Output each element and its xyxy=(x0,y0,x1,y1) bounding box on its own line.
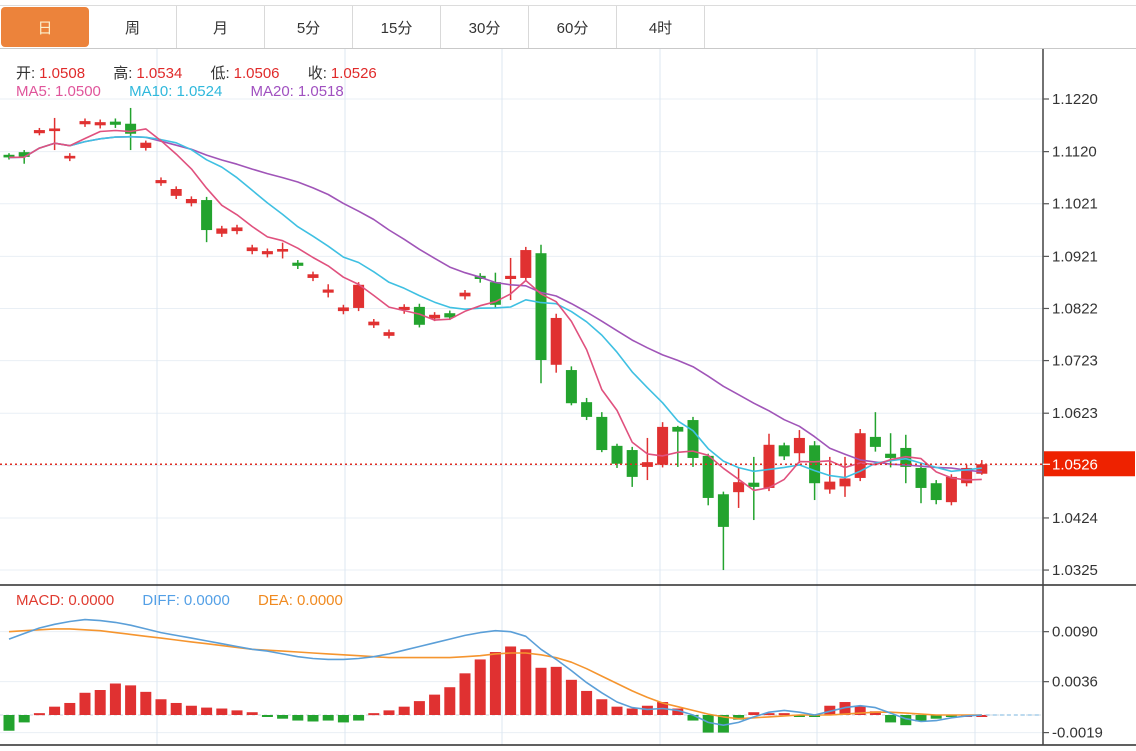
open-value: 1.0508 xyxy=(39,65,85,82)
svg-text:1.1220: 1.1220 xyxy=(1052,91,1098,108)
svg-text:1.0325: 1.0325 xyxy=(1052,562,1098,579)
tab-4hour[interactable]: 4时 xyxy=(617,6,705,48)
ohlc-legend: 开:1.0508 高:1.0534 低: 1.0506 收:1.0526 xyxy=(16,62,381,83)
kline-chart-app: 日周月5分15分30分60分4时 1.1220 1.1120 1.1021 1.092… xyxy=(0,0,1136,751)
svg-text:0.0036: 0.0036 xyxy=(1052,674,1098,691)
tab-day[interactable]: 日 xyxy=(1,7,89,47)
low-value: 1.0506 xyxy=(234,65,280,82)
current-price-badge: 1.0526 xyxy=(1043,451,1135,476)
svg-text:-0.0019: -0.0019 xyxy=(1052,725,1103,742)
svg-text:1.0623: 1.0623 xyxy=(1052,405,1098,422)
close-value: 1.0526 xyxy=(331,65,377,82)
tabbar-filler xyxy=(705,6,1136,48)
low-label: 低: xyxy=(210,65,229,82)
macd-label: MACD: xyxy=(16,592,64,609)
tab-month[interactable]: 月 xyxy=(177,6,265,48)
grid-layer xyxy=(0,49,1043,745)
dea-label: DEA: xyxy=(258,592,293,609)
macd-legend: MACD:0.0000 DIFF:0.0000 DEA:0.0000 xyxy=(16,592,347,609)
svg-text:1.0921: 1.0921 xyxy=(1052,248,1098,265)
diff-value: 0.0000 xyxy=(184,592,230,609)
candles-layer xyxy=(4,108,988,570)
close-label: 收: xyxy=(308,65,327,82)
tab-60min[interactable]: 60分 xyxy=(529,6,617,48)
ma5-label: MA5: xyxy=(16,83,51,100)
svg-text:1.1120: 1.1120 xyxy=(1052,144,1097,161)
timeframe-tabbar: 日周月5分15分30分60分4时 xyxy=(0,5,1136,49)
ma10-value: 1.0524 xyxy=(176,83,222,100)
ma10-label: MA10: xyxy=(129,83,172,100)
open-label: 开: xyxy=(16,65,35,82)
svg-text:0.0090: 0.0090 xyxy=(1052,624,1098,641)
svg-text:1.0723: 1.0723 xyxy=(1052,353,1098,370)
price-axis: 1.1220 1.1120 1.1021 1.0921 1.0822 1.0723 1.06… xyxy=(1043,91,1103,742)
ma20-value: 1.0518 xyxy=(298,83,344,100)
tab-week[interactable]: 周 xyxy=(89,6,177,48)
dea-value: 0.0000 xyxy=(297,592,343,609)
candlestick-macd-chart[interactable]: 1.1220 1.1120 1.1021 1.0921 1.0822 1.0723 1.06… xyxy=(0,0,1136,751)
tab-15min[interactable]: 15分 xyxy=(353,6,441,48)
svg-text:1.0424: 1.0424 xyxy=(1052,510,1098,527)
high-value: 1.0534 xyxy=(136,65,182,82)
svg-text:1.0822: 1.0822 xyxy=(1052,300,1098,317)
svg-text:1.0526: 1.0526 xyxy=(1052,456,1098,473)
ma20-label: MA20: xyxy=(251,83,294,100)
svg-text:1.1021: 1.1021 xyxy=(1052,196,1098,213)
ma-lines-layer xyxy=(9,129,982,491)
diff-label: DIFF: xyxy=(142,592,180,609)
tab-30min[interactable]: 30分 xyxy=(441,6,529,48)
macd-value: 0.0000 xyxy=(68,592,114,609)
macd-layer xyxy=(4,620,1041,733)
ma5-value: 1.0500 xyxy=(55,83,101,100)
high-label: 高: xyxy=(113,65,132,82)
ma-legend: MA5:1.0500 MA10:1.0524 MA20:1.0518 xyxy=(16,83,348,100)
tab-5min[interactable]: 5分 xyxy=(265,6,353,48)
